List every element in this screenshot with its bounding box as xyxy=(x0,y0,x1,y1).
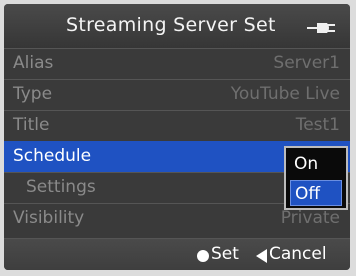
row-value: Test1 xyxy=(295,115,340,135)
row-type[interactable]: Type YouTube Live xyxy=(4,79,350,110)
option-off[interactable]: Off xyxy=(290,180,342,206)
plug-icon xyxy=(307,23,335,33)
row-label: Title xyxy=(13,115,50,135)
menu-header: Streaming Server Set xyxy=(4,4,350,48)
cancel-arrow-icon xyxy=(256,249,267,263)
row-title[interactable]: Title Test1 xyxy=(4,110,350,141)
schedule-options-popup: On Off xyxy=(284,146,348,210)
row-alias[interactable]: Alias Server1 xyxy=(4,48,350,79)
option-on[interactable]: On xyxy=(290,151,342,177)
row-value: Server1 xyxy=(273,53,340,73)
row-label: Schedule xyxy=(13,146,92,166)
row-value: Private xyxy=(280,208,340,228)
set-circle-icon xyxy=(197,250,209,262)
camera-menu-screen: Streaming Server Set Alias Server1 Type … xyxy=(0,0,356,276)
set-button[interactable]: Set xyxy=(211,244,239,264)
cancel-button[interactable]: Cancel xyxy=(269,244,327,264)
row-label: Visibility xyxy=(13,208,85,228)
menu-panel: Streaming Server Set Alias Server1 Type … xyxy=(4,4,350,270)
row-label: Settings xyxy=(26,177,96,197)
menu-title: Streaming Server Set xyxy=(66,14,276,36)
menu-footer: Set Cancel xyxy=(4,238,350,270)
row-label: Type xyxy=(13,84,53,104)
row-label: Alias xyxy=(13,53,54,73)
row-value: YouTube Live xyxy=(230,84,340,104)
